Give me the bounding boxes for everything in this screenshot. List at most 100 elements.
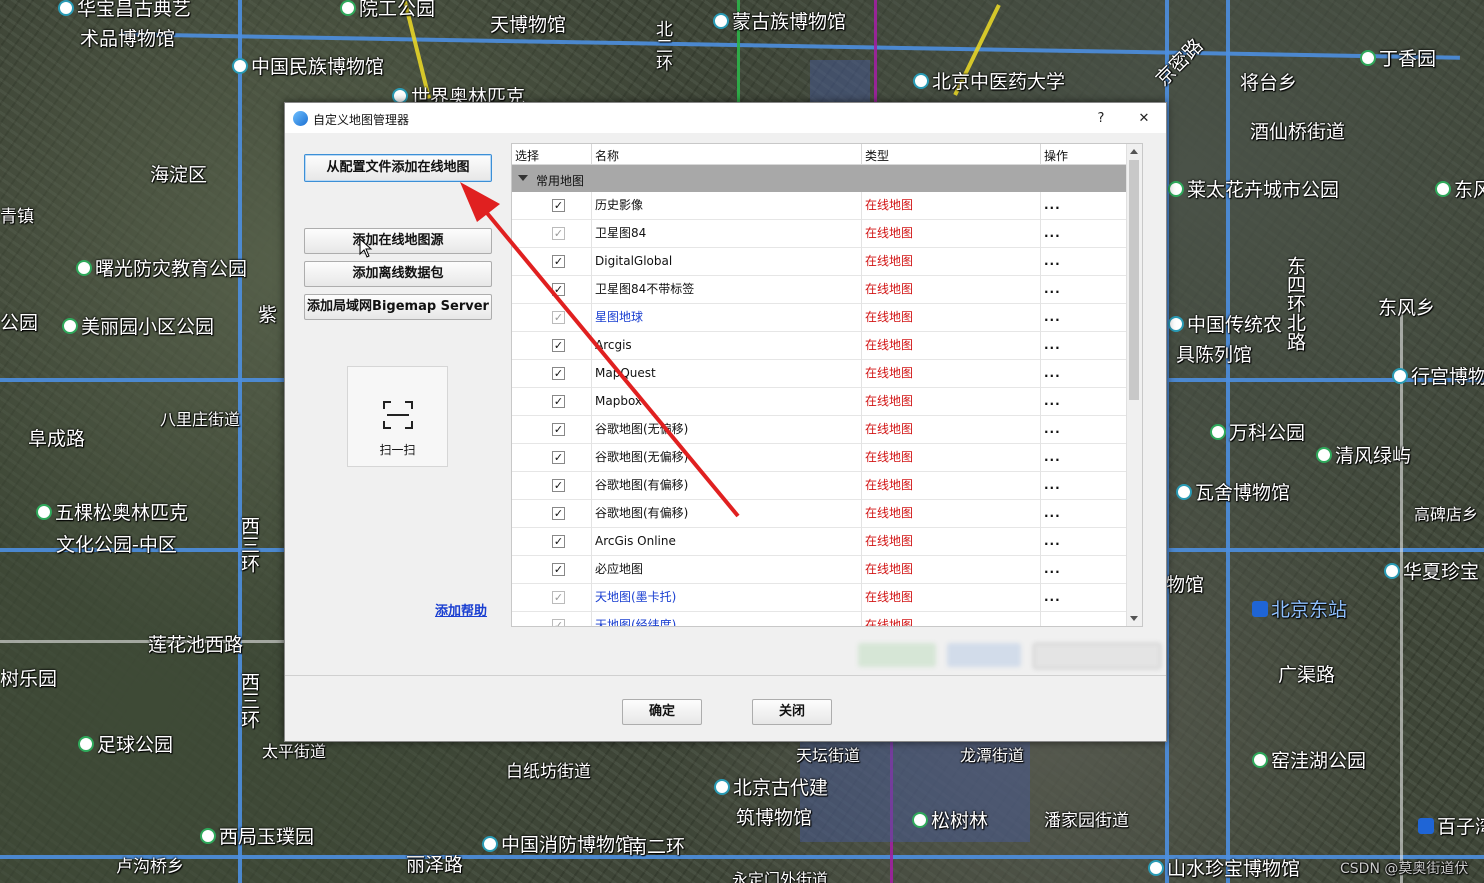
table-row[interactable]: ✓ 谷歌地图(无偏移) 在线地图...	[512, 416, 1142, 444]
map-label: 窑洼湖公园	[1271, 750, 1367, 772]
map-label: 卢沟桥乡	[116, 857, 184, 877]
row-checkbox[interactable]: ✓	[552, 451, 565, 464]
dialog-title: 自定义地图管理器	[313, 113, 410, 127]
table-row[interactable]: ✓ ArcGis Online 在线地图...	[512, 528, 1142, 556]
help-button[interactable]: ?	[1087, 108, 1115, 130]
group-row-common[interactable]: 常用地图	[512, 165, 1142, 192]
row-ops-button[interactable]: ...	[1044, 220, 1124, 247]
close-button[interactable]: 关闭	[752, 699, 832, 725]
table-scrollbar[interactable]	[1126, 144, 1142, 626]
table-row[interactable]: ✓ DigitalGlobal 在线地图...	[512, 248, 1142, 276]
table-row[interactable]: ✓ MapQuest 在线地图...	[512, 360, 1142, 388]
map-label: 蒙古族博物馆	[732, 11, 847, 33]
scroll-up-icon[interactable]	[1130, 149, 1138, 154]
table-row[interactable]: ✓ 历史影像 在线地图...	[512, 192, 1142, 220]
row-checkbox[interactable]: ✓	[552, 199, 565, 212]
map-label: 天坛街道	[796, 746, 861, 765]
row-checkbox[interactable]: ✓	[552, 255, 565, 268]
row-ops-button[interactable]: ...	[1044, 304, 1124, 331]
table-row[interactable]: ✓ 卫星图84不带标签 在线地图...	[512, 276, 1142, 304]
column-header-ops[interactable]: 操作	[1044, 147, 1068, 164]
table-row[interactable]: ✓ Mapbox 在线地图...	[512, 388, 1142, 416]
column-header-type[interactable]: 类型	[865, 147, 889, 164]
row-ops-button[interactable]: ...	[1044, 388, 1124, 415]
blurred-button[interactable]	[858, 643, 936, 667]
row-checkbox[interactable]: ✓	[552, 395, 565, 408]
scroll-down-icon[interactable]	[1130, 616, 1138, 621]
ok-button[interactable]: 确定	[622, 699, 702, 725]
map-label: 山水珍宝博物馆	[1167, 858, 1301, 880]
park-icon	[912, 812, 928, 828]
table-row[interactable]: ✓ 谷歌地图(有偏移) 在线地图...	[512, 500, 1142, 528]
row-checkbox[interactable]: ✓	[552, 227, 565, 240]
dialog-titlebar[interactable]: 自定义地图管理器 ? ✕	[285, 103, 1166, 133]
row-checkbox[interactable]: ✓	[552, 423, 565, 436]
museum-icon	[714, 779, 730, 795]
park-icon	[1316, 447, 1332, 463]
row-ops-button[interactable]: ...	[1044, 472, 1124, 499]
close-icon[interactable]: ✕	[1130, 108, 1158, 130]
map-label: 院工公园	[359, 0, 436, 20]
row-ops-button[interactable]: ...	[1044, 444, 1124, 471]
column-header-name[interactable]: 名称	[595, 147, 619, 164]
row-type: 在线地图	[865, 198, 914, 212]
row-checkbox[interactable]: ✓	[552, 283, 565, 296]
row-name: DigitalGlobal	[595, 254, 673, 268]
row-ops-button[interactable]: ...	[1044, 556, 1124, 583]
row-type: 在线地图	[865, 478, 914, 492]
add-help-link[interactable]: 添加帮助	[435, 600, 487, 619]
scrollbar-thumb[interactable]	[1129, 160, 1139, 400]
map-label: 南二环	[628, 836, 686, 858]
map-label: 百子湾	[1437, 816, 1484, 838]
row-ops-button[interactable]: ...	[1044, 332, 1124, 359]
map-label: 筑博物馆	[736, 807, 813, 829]
add-lan-server-button[interactable]: 添加局域网Bigemap Server	[304, 294, 492, 320]
blurred-button[interactable]	[1033, 643, 1161, 669]
row-checkbox[interactable]: ✓	[552, 535, 565, 548]
row-checkbox[interactable]: ✓	[552, 507, 565, 520]
row-checkbox[interactable]: ✓	[552, 339, 565, 352]
row-ops-button[interactable]: ...	[1044, 248, 1124, 275]
table-row[interactable]: ✓ 必应地图 在线地图...	[512, 556, 1142, 584]
table-row[interactable]: ✓ 天地图(墨卡托) 在线地图...	[512, 584, 1142, 612]
row-checkbox[interactable]: ✓	[552, 591, 565, 604]
add-offline-pack-button[interactable]: 添加离线数据包	[304, 261, 492, 287]
table-row[interactable]: ✓ 谷歌地图(无偏移) 在线地图...	[512, 444, 1142, 472]
row-checkbox[interactable]: ✓	[552, 367, 565, 380]
row-ops-button[interactable]: ...	[1044, 360, 1124, 387]
row-ops-button[interactable]: ...	[1044, 276, 1124, 303]
add-from-config-button[interactable]: 从配置文件添加在线地图	[304, 154, 492, 182]
table-row[interactable]: ✓ Arcgis 在线地图...	[512, 332, 1142, 360]
map-label: 东风乡	[1378, 297, 1436, 319]
row-checkbox[interactable]: ✓	[552, 563, 565, 576]
row-ops-button[interactable]: ...	[1044, 584, 1124, 611]
scan-button[interactable]: 扫一扫	[347, 366, 448, 467]
add-online-source-button[interactable]: 添加在线地图源	[304, 228, 492, 254]
map-label: 酒仙桥街道	[1250, 121, 1346, 143]
table-row[interactable]: ✓ 天地图(经纬度) 在线地图	[512, 612, 1142, 626]
row-checkbox[interactable]: ✓	[552, 311, 565, 324]
table-row[interactable]: ✓ 星图地球 在线地图...	[512, 304, 1142, 332]
row-name: 谷歌地图(无偏移)	[595, 450, 689, 464]
row-ops-button[interactable]: ...	[1044, 500, 1124, 527]
map-label: 白纸坊街道	[506, 762, 591, 782]
collapse-arrow-icon[interactable]	[518, 175, 528, 181]
row-ops-button[interactable]: ...	[1044, 528, 1124, 555]
row-name: ArcGis Online	[595, 534, 676, 548]
column-header-select[interactable]: 选择	[515, 147, 539, 164]
museum-icon	[713, 13, 729, 29]
map-label: 行宫博物	[1411, 366, 1484, 388]
row-checkbox[interactable]: ✓	[552, 619, 565, 626]
table-row[interactable]: ✓ 谷歌地图(有偏移) 在线地图...	[512, 472, 1142, 500]
row-ops-button[interactable]	[1044, 612, 1124, 626]
row-name: 谷歌地图(有偏移)	[595, 478, 689, 492]
table-row[interactable]: ✓ 卫星图84 在线地图...	[512, 220, 1142, 248]
row-ops-button[interactable]: ...	[1044, 416, 1124, 443]
map-label: 华宝昌古典艺	[77, 0, 192, 20]
row-checkbox[interactable]: ✓	[552, 479, 565, 492]
row-ops-button[interactable]: ...	[1044, 192, 1124, 219]
map-label: 潘家园街道	[1044, 811, 1129, 831]
row-type: 在线地图	[865, 506, 914, 520]
map-label: 万科公园	[1229, 422, 1306, 444]
blurred-button[interactable]	[947, 643, 1021, 667]
